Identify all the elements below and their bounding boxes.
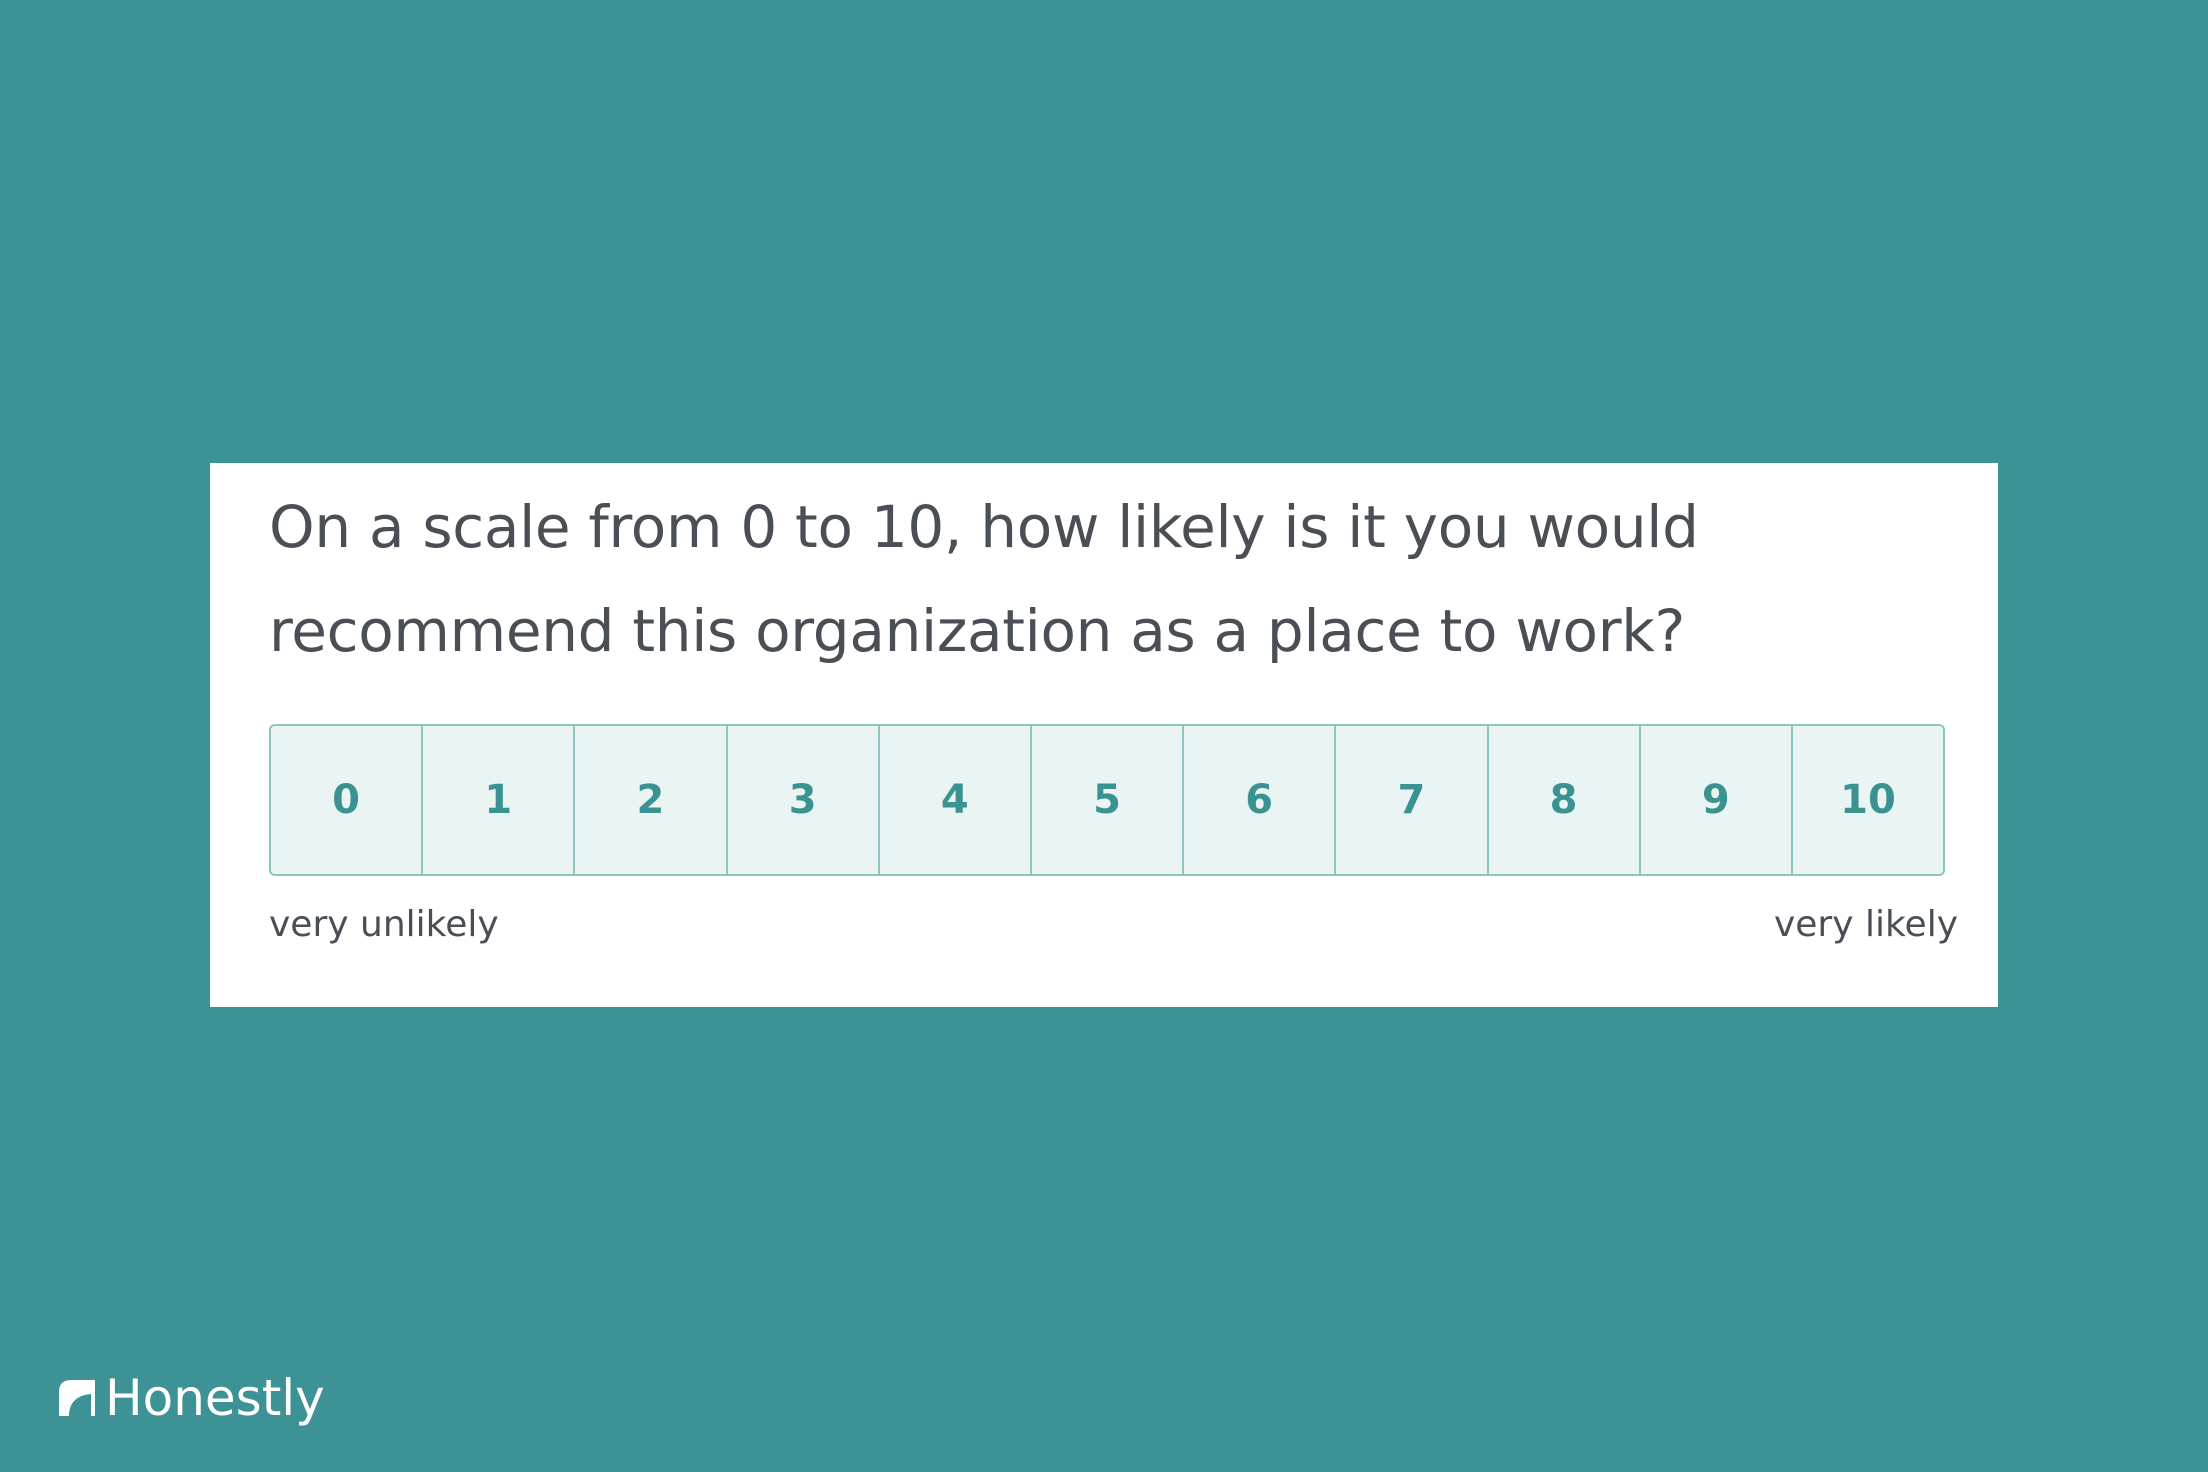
brand-name: Honestly xyxy=(105,1369,325,1427)
rating-option-0[interactable]: 0 xyxy=(271,726,424,874)
survey-card: On a scale from 0 to 10, how likely is i… xyxy=(210,463,1998,1007)
rating-option-9[interactable]: 9 xyxy=(1641,726,1793,874)
honestly-logo-icon xyxy=(59,1380,95,1416)
scale-label-low: very unlikely xyxy=(269,904,499,945)
scale-label-high: very likely xyxy=(1773,904,1958,945)
rating-option-1[interactable]: 1 xyxy=(423,726,576,874)
rating-option-3[interactable]: 3 xyxy=(728,726,880,874)
survey-question: On a scale from 0 to 10, how likely is i… xyxy=(269,493,1699,665)
rating-option-4[interactable]: 4 xyxy=(880,726,1032,874)
rating-option-7[interactable]: 7 xyxy=(1336,726,1489,874)
rating-scale: 0 1 2 3 4 5 6 7 8 9 10 xyxy=(269,724,1945,876)
rating-option-8[interactable]: 8 xyxy=(1489,726,1641,874)
rating-option-5[interactable]: 5 xyxy=(1032,726,1185,874)
rating-option-2[interactable]: 2 xyxy=(575,726,728,874)
rating-option-10[interactable]: 10 xyxy=(1793,726,1943,874)
rating-option-6[interactable]: 6 xyxy=(1184,726,1337,874)
brand-logo: Honestly xyxy=(55,1368,325,1428)
